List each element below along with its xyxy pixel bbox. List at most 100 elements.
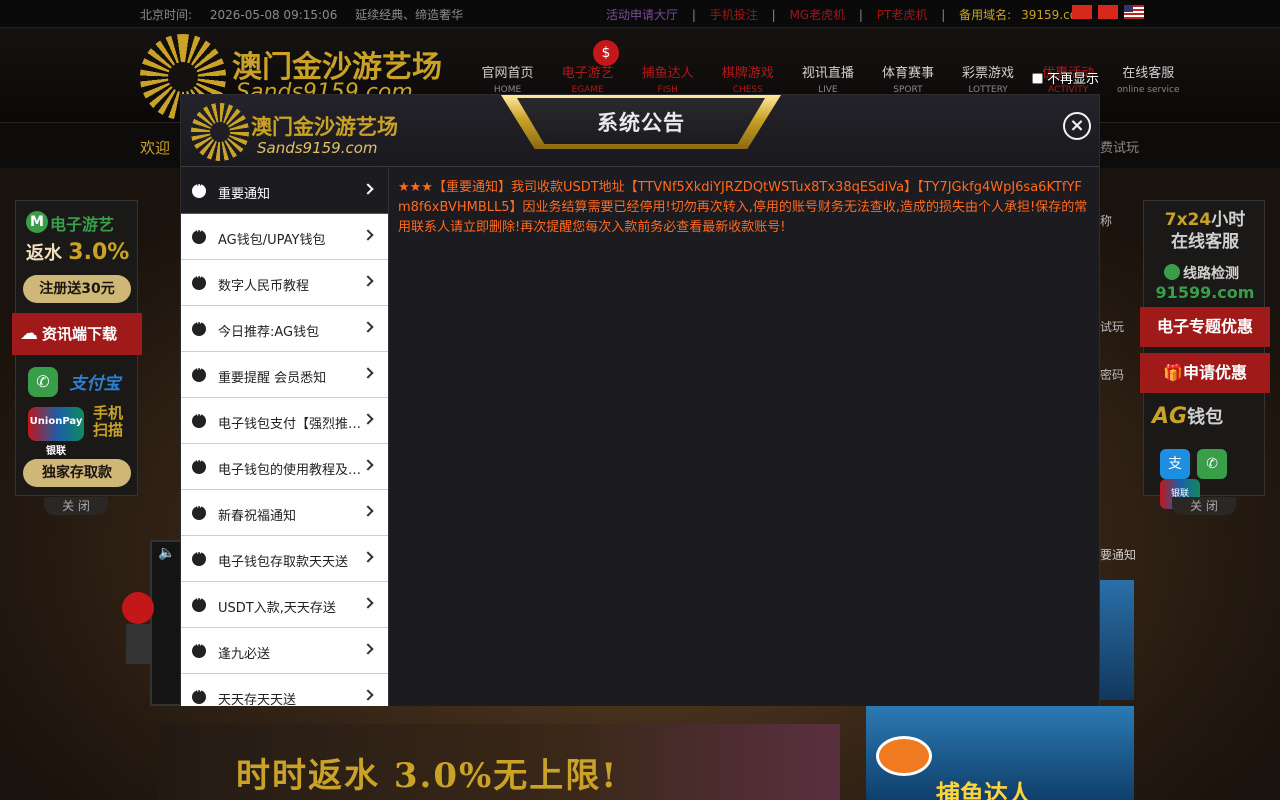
password-fragment: 密码 [1100, 368, 1125, 382]
slot-name: 电子游艺 [50, 215, 115, 234]
trial-fragment: 试玩 [1100, 320, 1125, 334]
list-item[interactable]: 新春祝福通知 [181, 490, 388, 536]
nav-chess[interactable]: 棋牌游戏 CHESS [710, 62, 785, 95]
slot-rebate-promo[interactable]: M 电子游艺 返水 3.0% [24, 209, 130, 265]
list-item[interactable]: 电子钱包存取款天天送 [181, 536, 388, 582]
top-links: 活动申请大厅 | 手机投注 | MG老虎机 | PT老虎机 | 备用域名: 391… [606, 6, 1099, 23]
chat-bubble-icon [192, 638, 206, 658]
line-check-domain[interactable]: 91599.com [1144, 283, 1266, 302]
chevron-right-icon [362, 229, 374, 241]
dont-show-label: 不再显示 [1047, 72, 1100, 87]
modal-logo: 澳门金沙游艺场 Sands9159.com [191, 103, 411, 161]
chevron-right-icon [362, 459, 374, 471]
free-trial-link[interactable]: 费试玩 [1100, 137, 1139, 156]
language-flags [1072, 5, 1146, 19]
line-check-icon [1164, 264, 1180, 280]
chevron-right-icon [362, 643, 374, 655]
list-item[interactable]: 今日推荐:AG钱包 [181, 306, 388, 352]
nav-sport[interactable]: 体育赛事 SPORT [870, 62, 945, 95]
clock: 北京时间: 2026-05-08 09:15:06 延续经典、缔造奢华 [140, 6, 477, 23]
list-item[interactable]: 电子钱包支付【强烈推荐】 [181, 398, 388, 444]
chevron-right-icon [362, 597, 374, 609]
chat-bubble-icon [192, 454, 206, 474]
close-icon[interactable]: × [1063, 112, 1091, 140]
chevron-right-icon [362, 367, 374, 379]
nickname-fragment: 称 [1100, 214, 1113, 228]
list-item[interactable]: 数字人民币教程 [181, 260, 388, 306]
announcement-content: ★★★【重要通知】我司收款USDT地址【TTVNf5XkdiYJRZDQtWST… [388, 168, 1099, 706]
slot-offer-button[interactable]: 电子专题优惠 [1140, 307, 1270, 347]
register-bonus-button[interactable]: 注册送30元 [23, 275, 131, 303]
joystick-icon[interactable] [122, 592, 154, 624]
fish-banner[interactable]: 捕鱼达人 [866, 706, 1134, 800]
left-panel-close-button[interactable]: 关 闭 [44, 497, 108, 515]
hongkong-flag-icon[interactable] [1097, 5, 1118, 19]
dont-show-checkbox[interactable] [1032, 73, 1043, 84]
alipay-icon: 支 [1160, 449, 1190, 479]
nav-fish[interactable]: 捕鱼达人 FISH [630, 62, 705, 95]
nav-online-service[interactable]: 在线客服 online service [1111, 62, 1186, 95]
link-pt-slots[interactable]: PT老虎机 [877, 8, 928, 22]
link-mg-slots[interactable]: MG老虎机 [789, 8, 845, 22]
list-item[interactable]: 重要提醒 会员悉知 [181, 352, 388, 398]
nav-egame[interactable]: 电子游艺 EGAME [550, 62, 625, 95]
nav-lottery[interactable]: 彩票游戏 LOTTERY [951, 62, 1026, 95]
mobile-scan-text: 手机 扫描 [92, 404, 123, 439]
chat-bubble-icon [192, 408, 206, 428]
gift-icon: 🎁 [1163, 363, 1183, 382]
service-hours[interactable]: 7x24小时 在线客服 [1144, 209, 1266, 253]
modal-logo-cn: 澳门金沙游艺场 [251, 114, 398, 139]
exclusive-deposit-button[interactable]: 独家存取款 [23, 459, 131, 487]
chat-bubble-icon [192, 500, 206, 520]
line-check[interactable]: 线路检测 [1164, 263, 1239, 283]
right-panel-close-button[interactable]: 关 闭 [1172, 497, 1236, 515]
list-item[interactable]: 逢九必送 [181, 628, 388, 674]
link-activity-hall[interactable]: 活动申请大厅 [606, 8, 678, 22]
left-float-panel: M 电子游艺 返水 3.0% 注册送30元 ☁ 资讯端下载 ✆ 支付宝 Unio… [12, 200, 142, 496]
link-mobile-bet[interactable]: 手机投注 [710, 8, 758, 22]
time-label: 北京时间: [140, 8, 193, 22]
chat-bubble-icon [192, 362, 206, 382]
wechat-icon: ✆ [1197, 449, 1228, 479]
download-client-button[interactable]: ☁ 资讯端下载 [12, 313, 142, 355]
chevron-right-icon [362, 689, 374, 701]
apply-offer-button[interactable]: 🎁申请优惠 [1140, 353, 1270, 393]
list-item[interactable]: 重要通知 [181, 168, 388, 214]
backup-domain-label: 备用域名: [959, 8, 1012, 22]
separator: | [771, 8, 776, 22]
joystick-base [126, 624, 152, 664]
dont-show-again[interactable]: 不再显示 [1032, 68, 1099, 87]
announcement-list[interactable]: 重要通知 AG钱包/UPAY钱包 数字人民币教程 今日推荐:AG钱包 重要提醒 … [181, 168, 388, 706]
rebate-banner[interactable]: 时时返水 3.0%无上限! [158, 724, 840, 800]
slogan: 延续经典、缔造奢华 [355, 8, 464, 22]
usa-flag-icon[interactable] [1123, 5, 1144, 19]
list-item[interactable]: 电子钱包的使用教程及说明 [181, 444, 388, 490]
welcome-text: 欢迎 [140, 139, 171, 157]
right-float-panel: 7x24小时 在线客服 线路检测 91599.com 电子专题优惠 🎁申请优惠 … [1140, 200, 1270, 509]
time-value: 2026-05-08 09:15:06 [209, 8, 338, 22]
list-item[interactable]: AG钱包/UPAY钱包 [181, 214, 388, 260]
announcement-text: ★★★【重要通知】我司收款USDT地址【TTVNf5XkdiYJRZDQtWST… [398, 180, 1088, 235]
slot-logo-icon: M [26, 211, 48, 233]
nav-home[interactable]: 官网首页 HOME [470, 62, 545, 95]
speaker-icon[interactable]: 🔈 [158, 545, 176, 561]
chat-bubble-icon [192, 546, 206, 566]
list-item[interactable]: USDT入款,天天存送 [181, 582, 388, 628]
chat-bubble-icon [192, 592, 206, 612]
chat-bubble-icon [192, 178, 206, 198]
separator: | [691, 8, 696, 22]
payment-methods: ✆ 支付宝 UnionPay 银联 手机 扫描 [26, 365, 130, 457]
china-flag-icon[interactable] [1072, 5, 1092, 19]
top-bar: 北京时间: 2026-05-08 09:15:06 延续经典、缔造奢华 活动申请… [0, 0, 1280, 28]
chat-bubble-icon [192, 224, 206, 244]
chat-bubble-icon [192, 270, 206, 290]
nav-live[interactable]: 视讯直播 LIVE [790, 62, 865, 95]
separator: | [941, 8, 946, 22]
cloud-download-icon: ☁ [20, 323, 38, 344]
rebate-text: 返水 3.0% [26, 240, 130, 265]
chevron-right-icon [362, 321, 374, 333]
game-thumbnail[interactable] [1100, 580, 1134, 700]
ag-wallet[interactable]: AG钱包 [1152, 403, 1223, 429]
chevron-right-icon [362, 551, 374, 563]
list-item[interactable]: 天天存天天送 [181, 674, 388, 706]
